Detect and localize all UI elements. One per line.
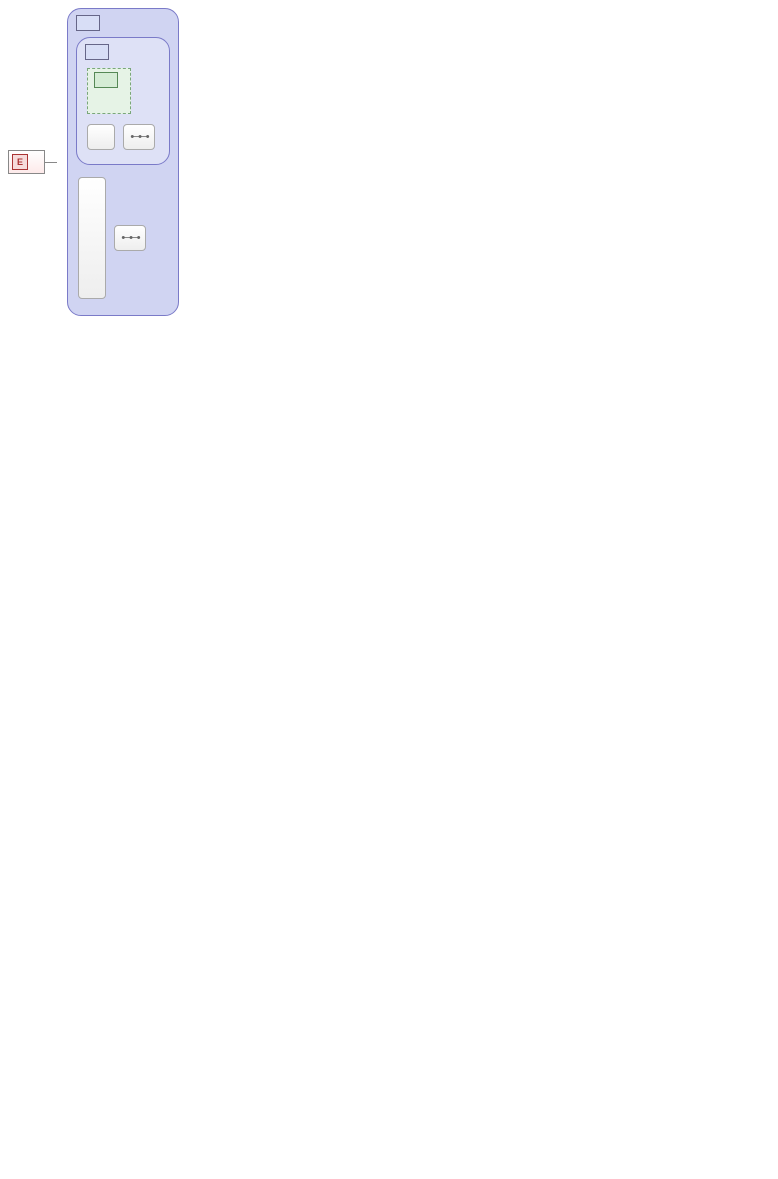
inner-panel-title bbox=[85, 44, 161, 60]
outer-complextype-panel: •─•─• •─•─• bbox=[67, 8, 179, 316]
diagram-root: E bbox=[8, 8, 778, 316]
outer-panel-title bbox=[76, 15, 170, 31]
element-icon: E bbox=[12, 154, 28, 170]
root-element: E bbox=[8, 150, 45, 174]
any-icon bbox=[94, 72, 118, 88]
sequence-bar bbox=[78, 177, 106, 299]
sequence-compositor: •─•─• bbox=[123, 124, 155, 150]
inner-complextype-panel: •─•─• bbox=[76, 37, 170, 165]
sequence-compositor: •─•─• bbox=[114, 225, 146, 251]
connector bbox=[45, 162, 57, 163]
sequence-bar bbox=[87, 124, 115, 150]
sequence-glyph-icon: •─•─• bbox=[130, 131, 147, 143]
complextype-icon bbox=[85, 44, 109, 60]
top-sequence: •─•─• bbox=[85, 120, 161, 154]
complextype-icon bbox=[76, 15, 100, 31]
bottom-sequence: •─•─• bbox=[76, 173, 170, 303]
sequence-glyph-icon: •─•─• bbox=[121, 232, 138, 244]
any-wildcard-top bbox=[87, 68, 131, 114]
